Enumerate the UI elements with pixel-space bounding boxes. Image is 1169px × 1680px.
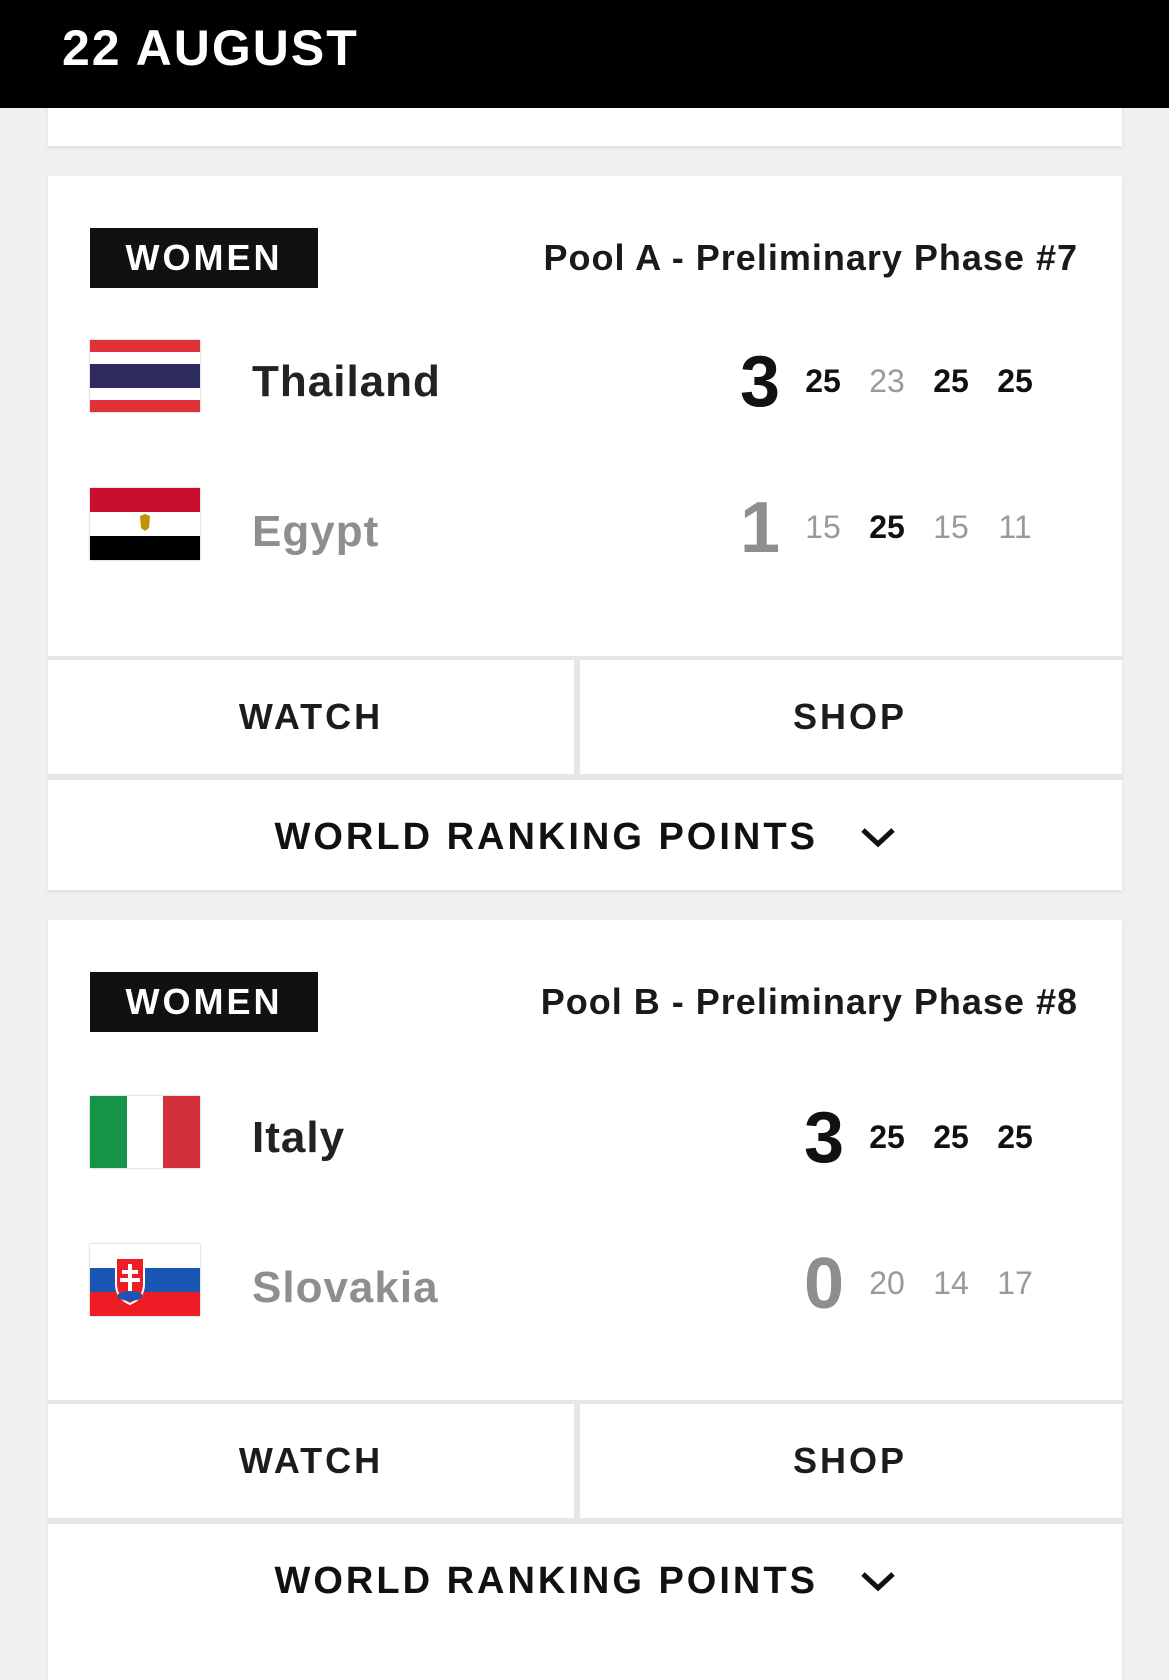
egypt-flag-icon <box>90 488 200 560</box>
set-score: 15 <box>805 509 841 545</box>
phase-title: Pool A - Preliminary Phase #7 <box>543 237 1078 278</box>
action-row: WATCH SHOP <box>48 656 1122 774</box>
italy-flag-icon <box>90 1096 200 1168</box>
world-ranking-points-toggle[interactable]: WORLD RANKING POINTS <box>48 1518 1122 1634</box>
set-score: 14 <box>933 1265 969 1301</box>
set-score: 17 <box>997 1265 1033 1301</box>
thailand-flag-icon <box>90 340 200 412</box>
match-score: 3 <box>803 1098 845 1178</box>
set-score: 25 <box>997 1119 1033 1155</box>
chevron-down-icon <box>860 828 895 848</box>
set-score: 20 <box>869 1265 905 1301</box>
match-score: 1 <box>739 488 781 568</box>
phase-title: Pool B - Preliminary Phase #8 <box>540 981 1078 1022</box>
team-name: Thailand <box>252 357 441 406</box>
action-row: WATCH SHOP <box>48 1400 1122 1518</box>
match-card: WOMEN Pool A - Preliminary Phase #7 Thai… <box>48 176 1122 890</box>
date-header: 22 AUGUST <box>0 0 1169 108</box>
set-score: 25 <box>933 1119 969 1155</box>
match-score: 0 <box>803 1244 845 1324</box>
match-score: 3 <box>739 342 781 422</box>
category-badge: WOMEN <box>90 228 318 288</box>
set-score: 25 <box>805 363 841 399</box>
shop-button[interactable]: SHOP <box>578 660 1122 774</box>
watch-button[interactable]: WATCH <box>48 660 574 774</box>
set-score: 11 <box>998 509 1032 545</box>
team-name: Italy <box>252 1113 346 1162</box>
set-score: 25 <box>933 363 969 399</box>
match-card: WOMEN Pool B - Preliminary Phase #8 Ital… <box>48 920 1122 1680</box>
set-score: 25 <box>869 509 905 545</box>
set-score: 23 <box>869 363 905 399</box>
shop-button[interactable]: SHOP <box>578 1404 1122 1518</box>
category-badge: WOMEN <box>90 972 318 1032</box>
chevron-down-icon <box>860 1572 895 1592</box>
set-score: 25 <box>997 363 1033 399</box>
date-title: 22 AUGUST <box>62 20 359 76</box>
set-score: 25 <box>869 1119 905 1155</box>
set-score: 15 <box>933 509 969 545</box>
world-ranking-points-label: WORLD RANKING POINTS <box>274 1559 818 1602</box>
world-ranking-points-toggle[interactable]: WORLD RANKING POINTS <box>48 774 1122 890</box>
slovakia-flag-icon <box>90 1244 200 1316</box>
team-name: Slovakia <box>252 1263 439 1312</box>
watch-button[interactable]: WATCH <box>48 1404 574 1518</box>
team-name: Egypt <box>252 507 380 556</box>
world-ranking-points-label: WORLD RANKING POINTS <box>274 815 818 858</box>
